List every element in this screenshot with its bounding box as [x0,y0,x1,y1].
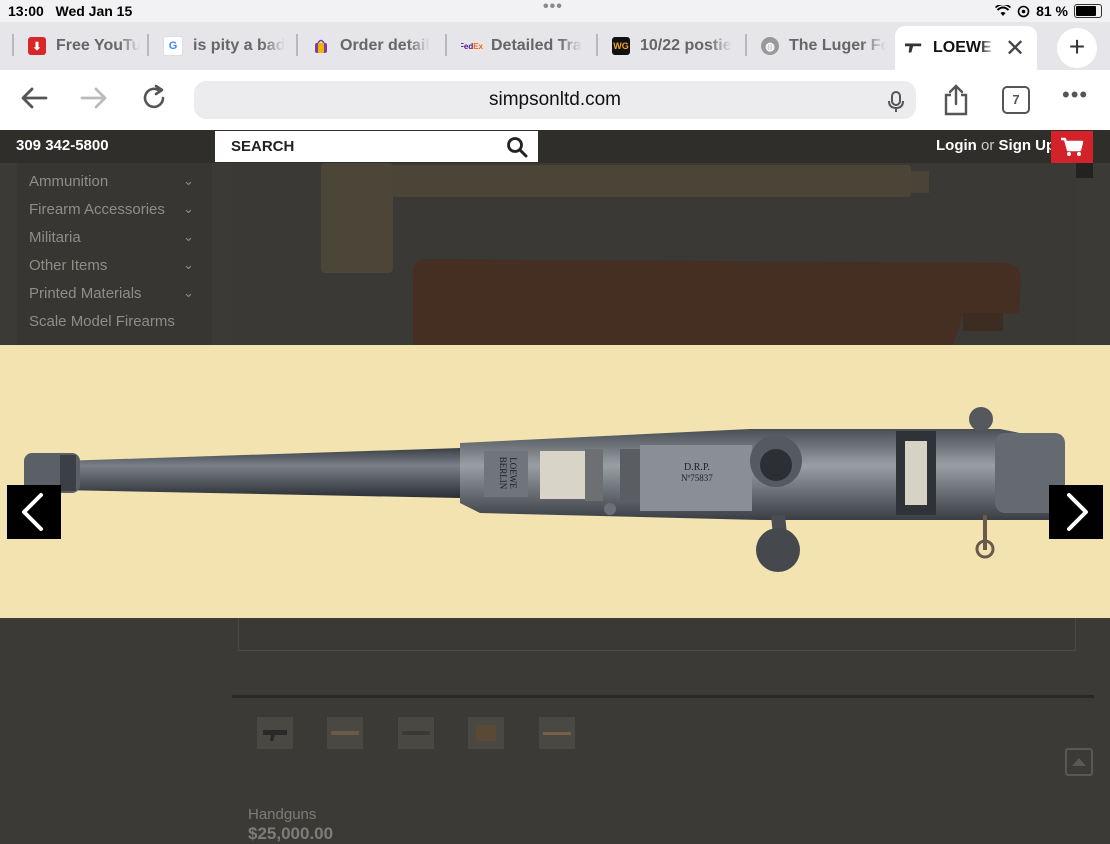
more-icon[interactable]: ••• [1062,82,1088,108]
tabs-overview-button[interactable]: 7 [1002,86,1030,114]
chevron-down-icon[interactable]: ⌄ [183,285,194,301]
url-field[interactable]: simpsonltd.com [194,81,916,119]
login-link[interactable]: Login [936,137,977,154]
fedex-icon: Fed Ex [461,41,484,51]
maker-name: LOEWE [508,457,518,489]
site-search-box[interactable]: SEARCH [215,131,538,162]
image-lightbox: D.R.P. Nº75837 LOEWE BERLIN [0,345,1110,618]
category-other-items[interactable]: Other Items [29,257,107,274]
new-tab-button[interactable]: + [1057,28,1097,68]
tab-google-search[interactable]: G is pity a bad [163,22,285,70]
category-militaria[interactable]: Militaria [29,229,81,246]
cart-icon [1061,137,1084,156]
thumbnail-3[interactable] [398,717,434,749]
wg-icon: WG [612,37,630,55]
shop-bag-icon [312,37,330,55]
category-printed-materials[interactable]: Printed Materials [29,285,142,302]
tab-label: LOEWE C [933,39,995,56]
chevron-down-icon[interactable]: ⌄ [183,173,194,189]
back-icon[interactable] [20,84,48,118]
chevron-left-icon [22,493,43,531]
patent-marking: D.R.P. [683,462,710,473]
tab-strip: ⬇ Free YouTu G is pity a bad Order detai… [0,22,1110,70]
thumbnail-2[interactable] [327,717,363,749]
globe-icon: ◍ [761,37,779,55]
battery-percent: 81 % [1036,3,1068,19]
thumbnail-1[interactable] [257,717,293,749]
tab-label: Detailed Tra [491,37,582,54]
forward-icon[interactable] [80,84,108,118]
tab-label: 10/22 postie [640,37,732,54]
listing-price: $25,000.00 [248,824,334,843]
youtube-download-icon: ⬇ [28,37,46,55]
tab-separator [147,34,149,56]
chevron-down-icon[interactable]: ⌄ [183,257,194,273]
multitasking-dots-icon[interactable]: ••• [543,0,563,16]
product-image-frame-bottom [232,618,1094,698]
tab-separator [12,34,14,56]
tab-label: The Luger Fo [789,37,886,54]
tab-luger-forum[interactable]: ◍ The Luger Fo [761,22,886,70]
tab-label: is pity a bad [193,37,285,54]
tab-loewe-active[interactable]: LOEWE C ✕ [895,26,1037,70]
category-firearm-accessories[interactable]: Firearm Accessories [29,201,165,218]
status-time: 13:00 Wed Jan 15 [8,3,133,19]
or-text: or [981,137,995,154]
category-scale-model-firearms[interactable]: Scale Model Firearms [29,313,175,330]
maker-marking: LOEWE BERLIN [478,443,518,503]
tab-separator [445,34,447,56]
close-tab-icon[interactable]: ✕ [1005,34,1025,63]
signup-link[interactable]: Sign Up [999,137,1056,154]
chevron-down-icon[interactable]: ⌄ [183,229,194,245]
image-frame-edge [238,618,1076,651]
chevron-right-icon [1067,493,1088,531]
chevron-down-icon[interactable]: ⌄ [183,201,194,217]
pistol-icon [905,39,923,57]
next-image-button[interactable] [1049,485,1103,539]
thumbnail-4[interactable] [468,717,504,749]
tab-free-youtube[interactable]: ⬇ Free YouTu [28,22,140,70]
prev-image-button[interactable] [7,485,61,539]
reload-icon[interactable] [140,84,168,120]
pistol-marking: D.R.P. Nº75837 [681,462,713,483]
orientation-lock-icon [1017,5,1030,17]
thumbnail-5[interactable] [539,717,575,749]
product-image-dimmed [233,163,1076,345]
maker-city: BERLIN [498,456,508,490]
tab-label: Order detail [340,37,430,54]
search-icon[interactable] [506,136,528,163]
cart-button[interactable] [1051,131,1093,164]
google-icon: G [163,36,183,56]
arrow-up-icon [1072,758,1086,766]
share-icon[interactable] [943,84,969,121]
divider [232,695,1094,698]
battery-icon [1074,4,1102,18]
wifi-icon [995,5,1012,16]
serial-number: Nº75837 [681,473,713,483]
tab-separator [745,34,747,56]
url-text: simpsonltd.com [489,89,621,110]
tab-label: Free YouTu [56,37,140,54]
microphone-icon[interactable] [888,89,904,127]
stock-tool-image [321,163,1021,345]
tab-separator [596,34,598,56]
listing-category[interactable]: Handguns [248,806,316,823]
account-links: Login or Sign Up [936,137,1055,154]
tab-1022-posting[interactable]: WG 10/22 postie [612,22,737,70]
tab-fedex-tracking[interactable]: Fed Ex Detailed Tra [461,22,583,70]
search-placeholder: SEARCH [231,138,295,155]
category-ammunition[interactable]: Ammunition [29,173,108,190]
tab-separator [296,34,298,56]
site-header: 309 342-5800 SEARCH Login or Sign Up [0,130,1110,164]
category-sidebar: Ammunition ⌄ Firearm Accessories ⌄ Milit… [17,163,212,345]
status-right: 81 % [995,3,1102,19]
ios-status-bar: 13:00 Wed Jan 15 ••• 81 % [0,0,1110,22]
luger-pistol-image [24,407,1065,572]
browser-toolbar: simpsonltd.com 7 ••• [0,70,1110,130]
scroll-to-top-button[interactable] [1065,748,1093,776]
phone-number[interactable]: 309 342-5800 [16,137,109,154]
tab-order-details[interactable]: Order detail [312,22,434,70]
